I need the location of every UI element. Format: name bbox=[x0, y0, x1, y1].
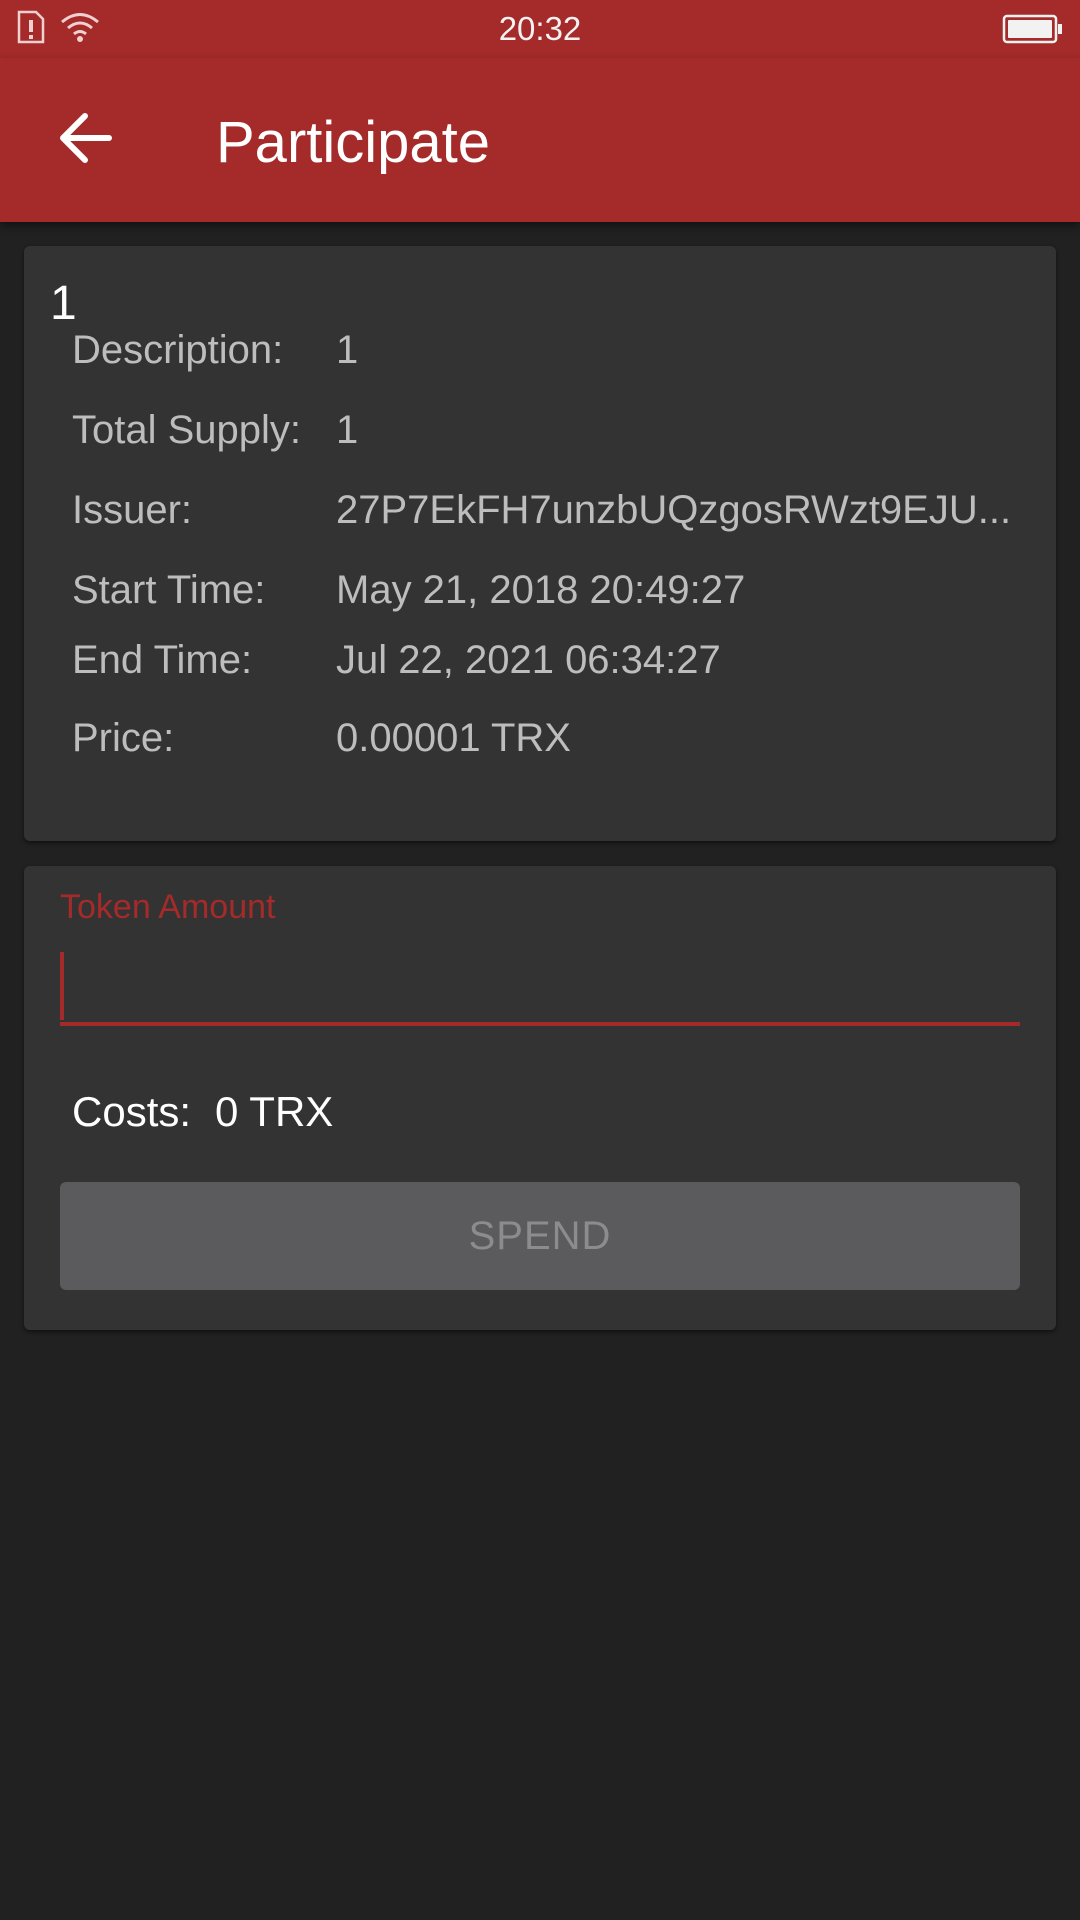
token-amount-label: Token Amount bbox=[60, 888, 276, 926]
description-label: Description: bbox=[72, 327, 284, 372]
price-label: Price: bbox=[72, 715, 175, 760]
back-button[interactable] bbox=[40, 98, 130, 178]
info-row-description: Description: 1 bbox=[72, 324, 1042, 376]
start-time-label: Start Time: bbox=[72, 567, 266, 612]
page-title: Participate bbox=[216, 110, 491, 175]
end-time-value: Jul 22, 2021 06:34:27 bbox=[336, 637, 721, 682]
total-supply-label: Total Supply: bbox=[72, 407, 302, 452]
app-bar: Participate bbox=[0, 58, 1080, 222]
start-time-value: May 21, 2018 20:49:27 bbox=[336, 567, 746, 612]
token-amount-input[interactable] bbox=[60, 954, 1020, 1026]
info-row-start-time: Start Time: May 21, 2018 20:49:27 bbox=[72, 564, 1042, 616]
info-row-price: Price: 0.00001 TRX bbox=[72, 712, 1042, 764]
costs-value: 0 TRX bbox=[215, 1088, 334, 1135]
token-name: 1 bbox=[50, 277, 77, 330]
issuer-value: 27P7EkFH7unzbUQzgosRWzt9EJU... bbox=[336, 487, 1012, 532]
status-time: 20:32 bbox=[498, 10, 582, 47]
arrow-back-icon bbox=[60, 113, 112, 163]
status-bar: 20:32 bbox=[0, 0, 1080, 58]
battery-icon bbox=[1002, 14, 1064, 49]
info-row-total-supply: Total Supply: 1 bbox=[72, 404, 1042, 456]
description-value: 1 bbox=[336, 327, 359, 372]
price-value: 0.00001 TRX bbox=[336, 715, 571, 760]
info-row-end-time: End Time: Jul 22, 2021 06:34:27 bbox=[72, 634, 1042, 686]
info-row-issuer: Issuer: 27P7EkFH7unzbUQzgosRWzt9EJU... bbox=[72, 484, 1042, 536]
spend-button[interactable]: SPEND bbox=[60, 1182, 1020, 1290]
total-supply-value: 1 bbox=[336, 407, 359, 452]
participate-card: Token Amount Costs: 0 TRX SPEND bbox=[24, 866, 1056, 1330]
costs-label: Costs: bbox=[72, 1088, 192, 1135]
token-info-card: 1 Description: 1 Total Supply: 1 Issuer:… bbox=[24, 246, 1056, 841]
issuer-label: Issuer: bbox=[72, 487, 193, 532]
costs-row: Costs: 0 TRX bbox=[72, 1088, 333, 1136]
end-time-label: End Time: bbox=[72, 637, 253, 682]
text-caret bbox=[60, 952, 64, 1020]
